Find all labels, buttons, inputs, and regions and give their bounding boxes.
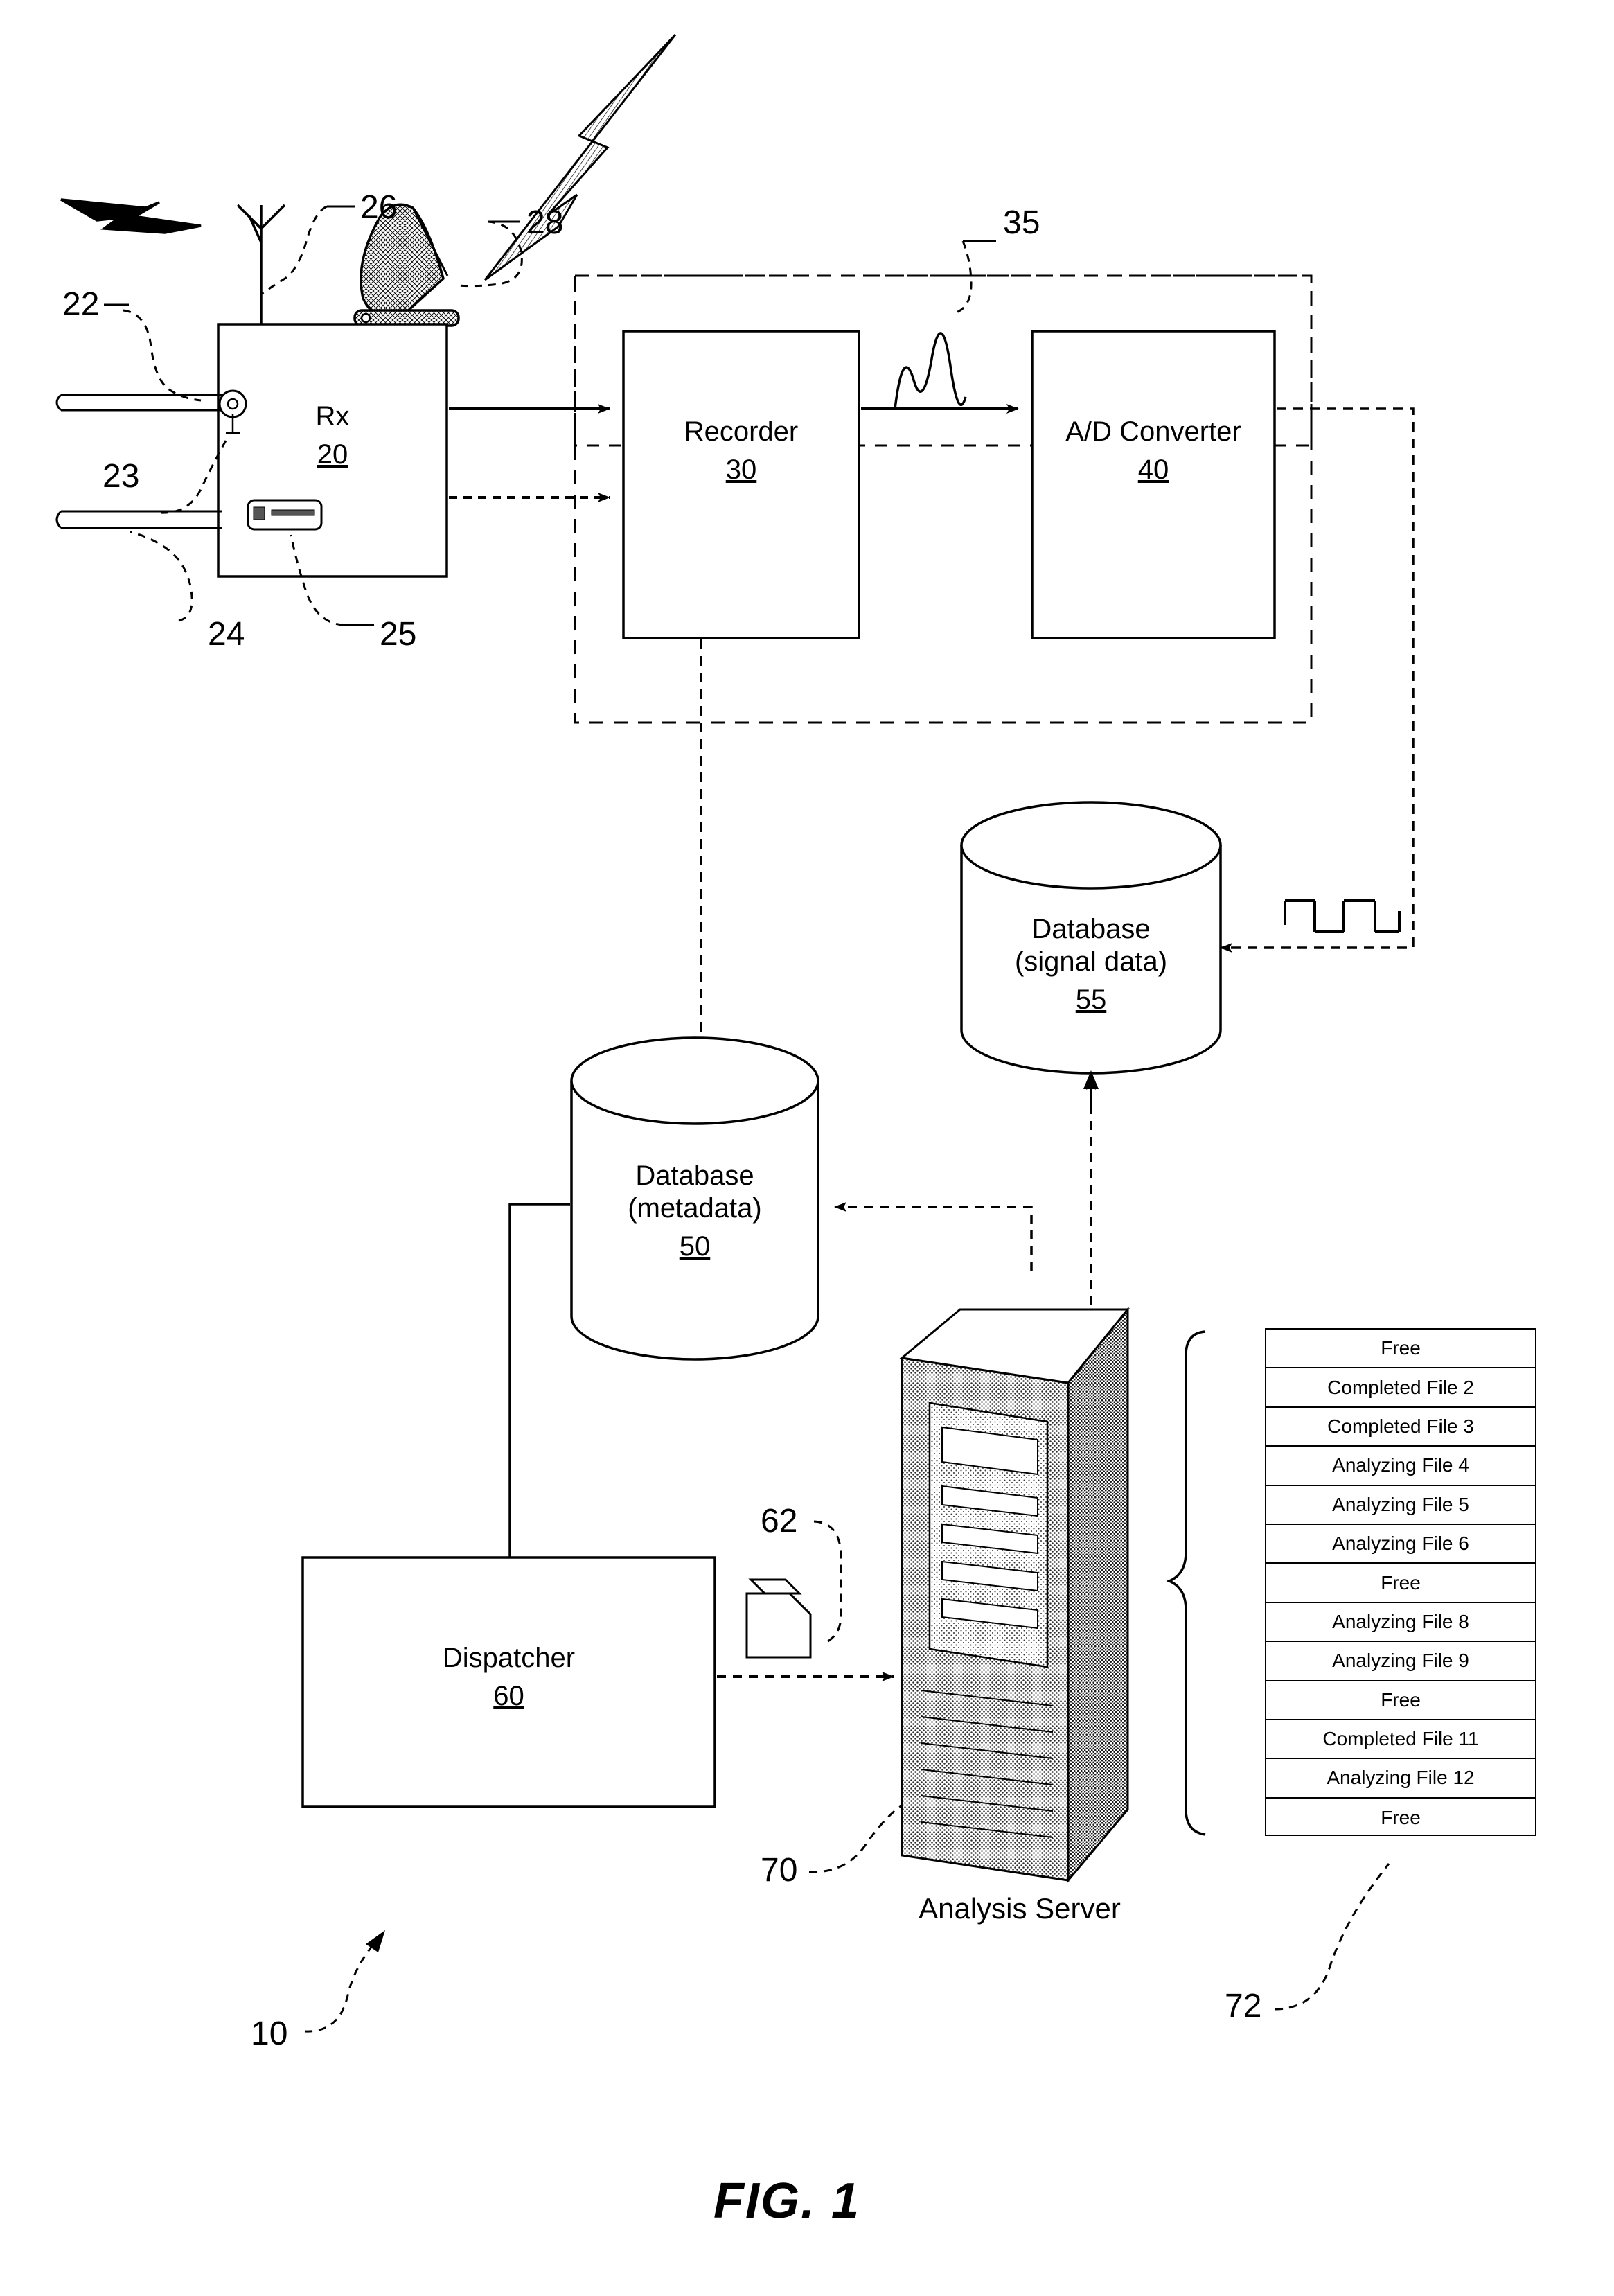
refnum-62: 62 [761, 1503, 798, 1539]
refnum-28: 28 [526, 204, 564, 241]
patent-figure: Rx 20 Recorder 30 A/D Converter 40 Datab… [0, 0, 1614, 2296]
slot-row: Analyzing File 6 [1266, 1525, 1535, 1564]
slot-row: Free [1381, 1806, 1421, 1828]
adc-box-label: A/D Converter 40 [1065, 416, 1241, 486]
database-metadata-label: Database (metadata) 50 [628, 1160, 762, 1262]
slot-row: Free [1266, 1681, 1535, 1720]
metadata-db-to-dispatcher [508, 1203, 570, 1557]
leader-70 [808, 1804, 903, 1873]
database-signal-label: Database (signal data) 55 [1014, 914, 1168, 1016]
refnum-10-system: 10 [251, 2015, 288, 2052]
leader-10-arrow [304, 1936, 381, 2033]
refnum-70: 70 [761, 1852, 798, 1889]
rx-box-label: Rx 20 [315, 401, 350, 470]
slot-row: Analyzing File 5 [1266, 1486, 1535, 1525]
slot-row: Free [1266, 1564, 1535, 1603]
slot-row: Analyzing File 12 [1266, 1759, 1535, 1799]
leader-22 [123, 309, 202, 402]
slot-row: Completed File 3 [1266, 1408, 1535, 1447]
port-module-25 [247, 499, 323, 531]
slot-row: Completed File 11 [1266, 1720, 1535, 1760]
refnum-24: 24 [208, 616, 245, 653]
slot-row: Completed File 2 [1266, 1368, 1535, 1408]
cable-upper-22 [55, 394, 222, 412]
analysis-server-caption: Analysis Server [919, 1892, 1121, 1925]
refnum-22: 22 [62, 286, 100, 323]
slot-row: Free [1266, 1330, 1535, 1369]
slot-status-table: Free Completed File 2 Completed File 3 A… [1265, 1328, 1536, 1836]
refnum-26: 26 [360, 189, 398, 226]
leader-24 [130, 531, 193, 622]
leader-72 [1274, 1863, 1390, 2011]
refnum-72: 72 [1225, 1988, 1262, 2024]
figure-line-art [55, 33, 1415, 2033]
aircraft-icon [60, 198, 202, 234]
leader-62 [813, 1520, 842, 1645]
lightning-bolt-icon [484, 33, 677, 281]
recorder-box-label: Recorder 30 [684, 416, 799, 486]
refnum-25: 25 [380, 616, 417, 653]
analog-waveform-icon [894, 332, 967, 409]
slot-table-brace [1166, 1330, 1206, 1836]
job-file-icon [745, 1578, 812, 1659]
refnum-35: 35 [1003, 204, 1040, 241]
cable-lower-24 [55, 510, 222, 529]
analysis-server-tower [899, 1306, 1130, 1884]
slot-row: Analyzing File 9 [1266, 1642, 1535, 1681]
refnum-23: 23 [103, 458, 140, 495]
slot-row: Analyzing File 4 [1266, 1447, 1535, 1486]
dispatcher-box-label: Dispatcher 60 [442, 1643, 576, 1712]
slot-row: Analyzing File 8 [1266, 1603, 1535, 1643]
whip-antenna-icon [236, 204, 286, 324]
digital-waveform-icon [1284, 899, 1401, 933]
figure-caption: FIG. 1 [713, 2173, 861, 2229]
leader-35 [954, 240, 973, 315]
leader-23 [160, 440, 227, 514]
server-to-metadata-db [834, 1202, 1033, 1271]
